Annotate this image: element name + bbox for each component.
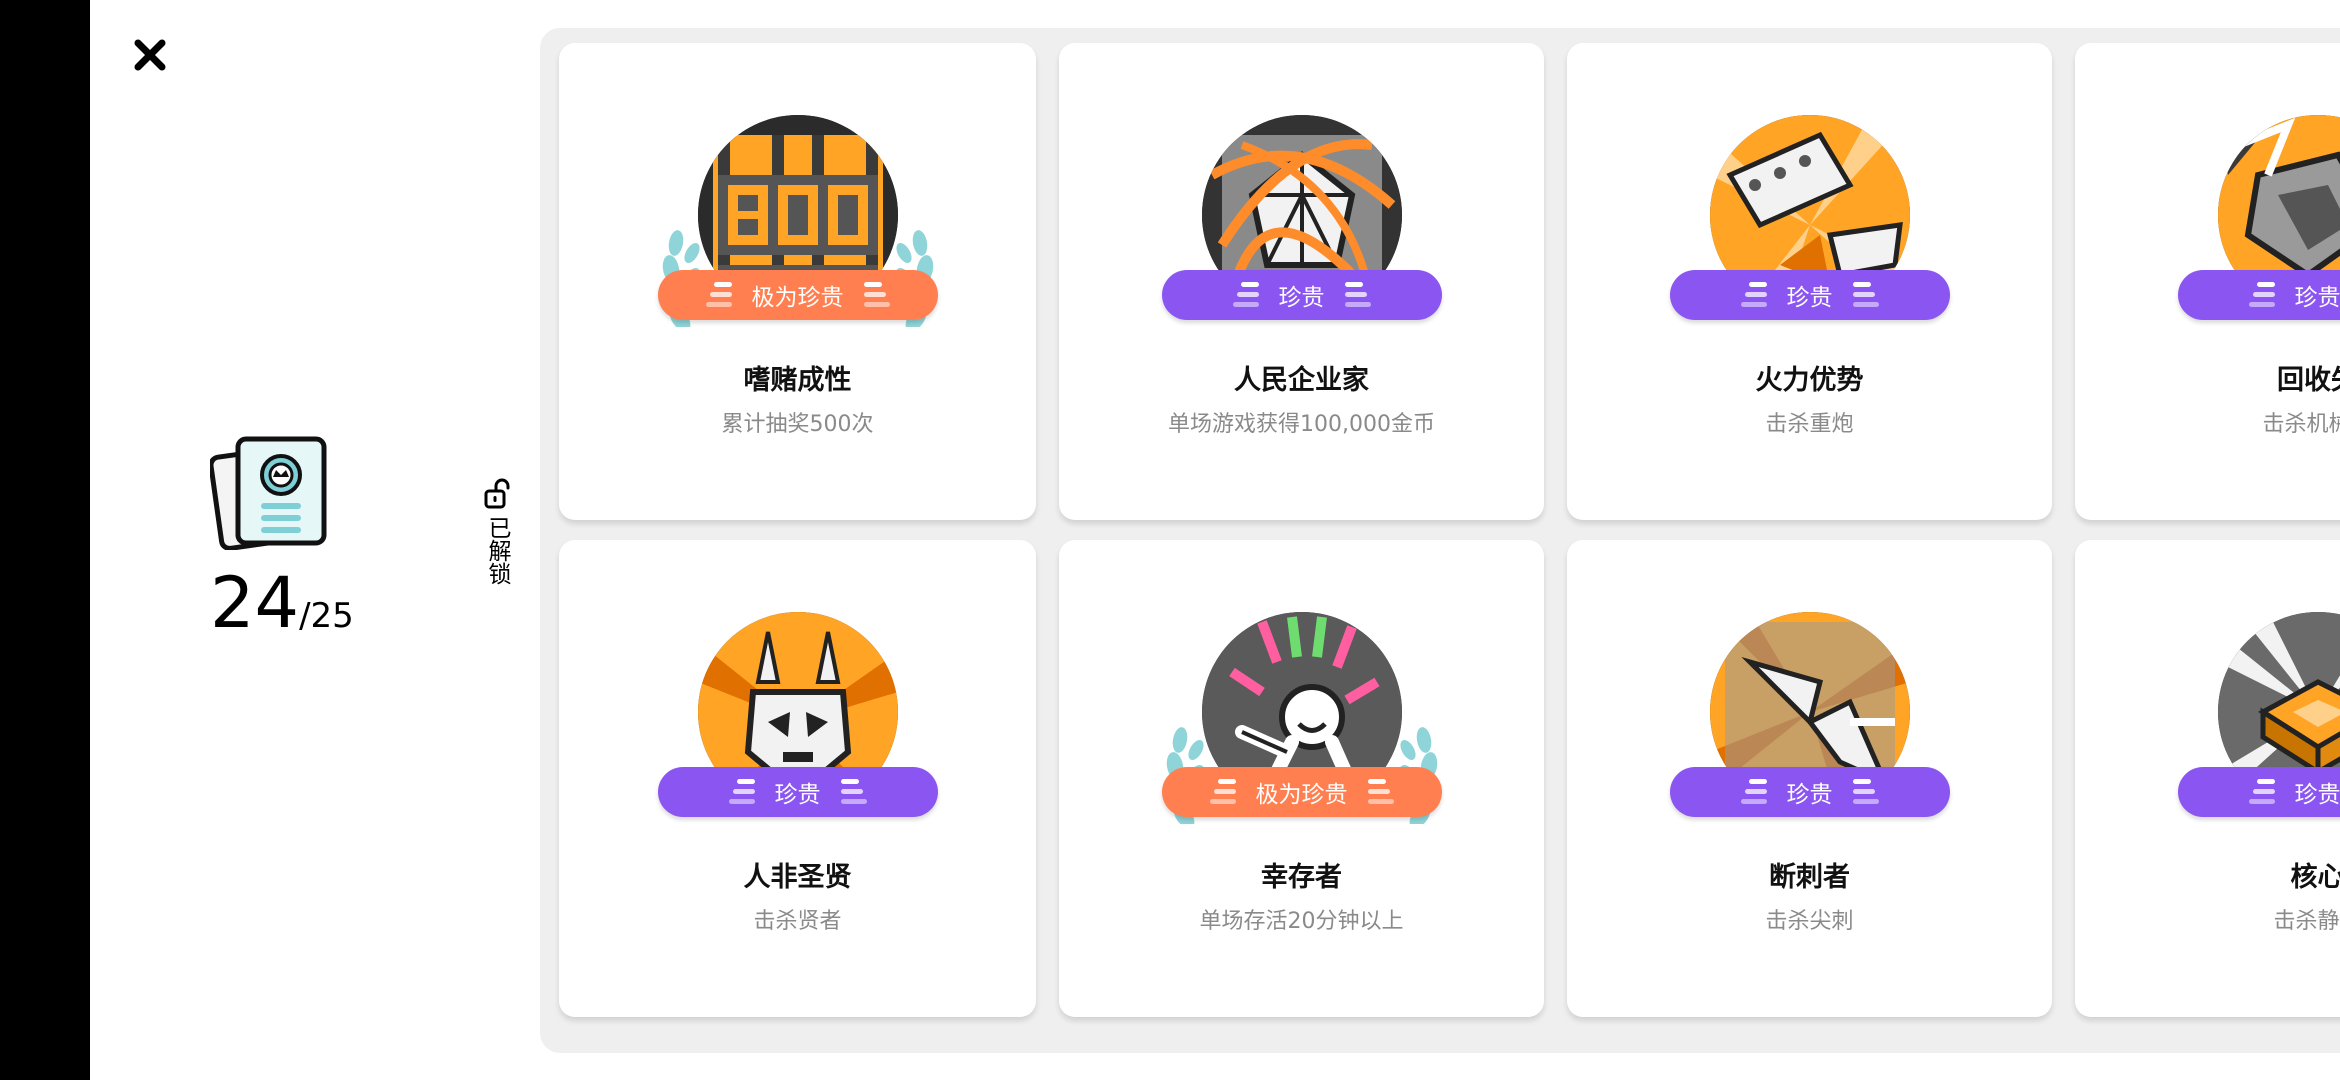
rarity-banner: 极为珍贵 xyxy=(657,270,938,320)
rarity-banner: 珍贵 xyxy=(1669,767,1950,817)
rarity-banner: 珍贵 xyxy=(1161,270,1442,320)
achievement-title: 回收失 xyxy=(2277,365,2340,396)
achievement-badge: 珍贵 xyxy=(657,602,938,827)
achievement-description: 击杀贤者 xyxy=(753,909,842,934)
stack-right-icon xyxy=(1852,779,1879,804)
achievement-title: 幸存者 xyxy=(1261,862,1342,893)
achievement-description: 累计抽奖500次 xyxy=(721,412,874,437)
stack-right-icon xyxy=(1344,282,1371,307)
achievement-card[interactable]: 珍贵 回收失 击杀机械回 xyxy=(2075,43,2340,520)
achievement-badge: 珍贵 xyxy=(1161,105,1442,330)
rarity-label: 珍贵 xyxy=(1786,285,1833,311)
total-count: /25 xyxy=(299,596,354,636)
stack-left-icon xyxy=(2248,779,2275,804)
achievement-badge: 珍贵 xyxy=(2177,105,2340,330)
stack-left-icon xyxy=(705,282,732,307)
stack-right-icon xyxy=(840,779,867,804)
rarity-banner: 极为珍贵 xyxy=(1161,767,1442,817)
unlocked-filter-toggle[interactable]: 已解锁 xyxy=(480,478,514,585)
unlocked-count: 24 xyxy=(210,562,300,644)
rarity-label: 珍贵 xyxy=(1786,782,1833,808)
achievement-description: 单场存活20分钟以上 xyxy=(1199,909,1404,934)
achievement-badge: 极为珍贵 xyxy=(657,105,938,330)
stack-left-icon xyxy=(1740,282,1767,307)
achievement-grid: 极为珍贵 嗜赌成性 累计抽奖500次 珍贵 人民企业家 单场游戏获得100,00… xyxy=(540,28,2340,1053)
achievement-title: 嗜赌成性 xyxy=(743,365,852,396)
achievement-card[interactable]: 珍贵 人民企业家 单场游戏获得100,000金币 xyxy=(1059,43,1544,520)
left-black-bar xyxy=(0,0,90,1080)
achievement-card[interactable]: 极为珍贵 嗜赌成性 累计抽奖500次 xyxy=(559,43,1036,520)
rarity-label: 极为珍贵 xyxy=(1255,782,1348,808)
achievement-badge: 极为珍贵 xyxy=(1161,602,1442,827)
stack-right-icon xyxy=(1852,282,1879,307)
stack-right-icon xyxy=(1367,779,1394,804)
achievement-summary: 24/25 xyxy=(210,435,360,638)
achievement-counter: 24/25 xyxy=(210,568,360,638)
achievement-description: 击杀静滞 xyxy=(2273,909,2340,934)
achievement-title: 火力优势 xyxy=(1755,365,1864,396)
unlock-icon xyxy=(484,478,510,509)
achievement-title: 人非圣贤 xyxy=(743,862,852,893)
rarity-label: 极为珍贵 xyxy=(751,285,844,311)
achievement-badge: 珍贵 xyxy=(2177,602,2340,827)
achievement-description: 击杀尖刺 xyxy=(1765,909,1854,934)
stack-left-icon xyxy=(1740,779,1767,804)
achievement-title: 人民企业家 xyxy=(1234,365,1369,396)
rarity-banner: 珍贵 xyxy=(657,767,938,817)
rarity-banner: 珍贵 xyxy=(2177,767,2340,817)
achievement-title: 断刺者 xyxy=(1769,862,1850,893)
stack-right-icon xyxy=(863,282,890,307)
rarity-banner: 珍贵 xyxy=(2177,270,2340,320)
achievement-title: 核心 xyxy=(2290,862,2340,893)
achievement-description: 击杀机械回 xyxy=(2262,412,2340,437)
achievement-description: 单场游戏获得100,000金币 xyxy=(1168,412,1435,437)
achievement-description: 击杀重炮 xyxy=(1765,412,1854,437)
achievement-card[interactable]: 珍贵 断刺者 击杀尖刺 xyxy=(1567,540,2052,1017)
rarity-banner: 珍贵 xyxy=(1669,270,1950,320)
stack-left-icon xyxy=(1209,779,1236,804)
rarity-label: 珍贵 xyxy=(1278,285,1325,311)
achievement-card[interactable]: 珍贵 核心 击杀静滞 xyxy=(2075,540,2340,1017)
achievement-badge: 珍贵 xyxy=(1669,602,1950,827)
stack-left-icon xyxy=(2248,282,2275,307)
unlock-label: 已解锁 xyxy=(484,516,510,585)
rarity-label: 珍贵 xyxy=(2294,285,2340,311)
achievement-card-icon xyxy=(210,436,327,550)
achievement-card[interactable]: 珍贵 人非圣贤 击杀贤者 xyxy=(559,540,1036,1017)
achievement-badge: 珍贵 xyxy=(1669,105,1950,330)
close-icon xyxy=(134,39,166,71)
rarity-label: 珍贵 xyxy=(774,782,821,808)
stack-left-icon xyxy=(728,779,755,804)
stack-left-icon xyxy=(1232,282,1259,307)
achievement-card[interactable]: 珍贵 火力优势 击杀重炮 xyxy=(1567,43,2052,520)
achievement-card[interactable]: 极为珍贵 幸存者 单场存活20分钟以上 xyxy=(1059,540,1544,1017)
rarity-label: 珍贵 xyxy=(2294,782,2340,808)
close-button[interactable] xyxy=(130,35,170,75)
